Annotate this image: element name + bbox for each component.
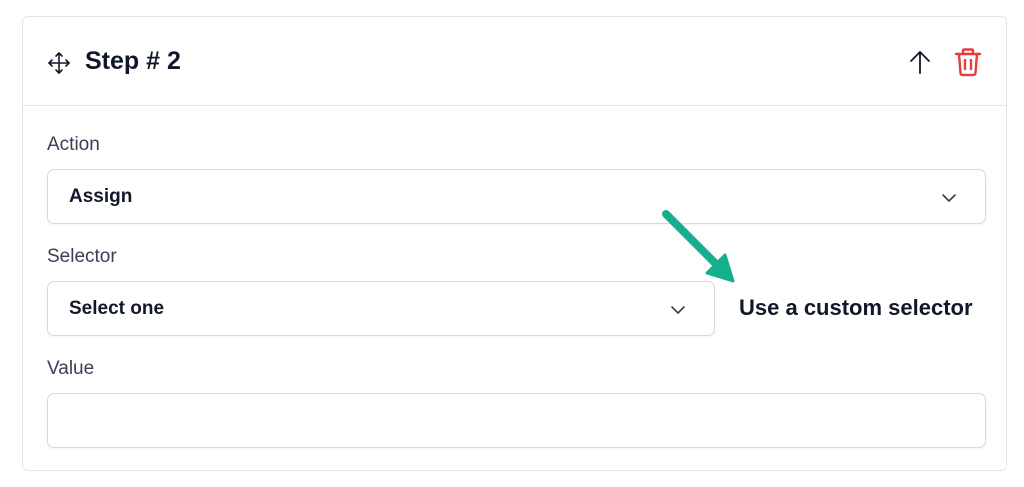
selector-select-value: Select one	[69, 298, 165, 319]
value-label: Value	[47, 358, 95, 379]
custom-selector-hint: Use a custom selector	[739, 295, 973, 320]
trash-icon[interactable]	[952, 46, 984, 78]
action-select[interactable]: Assign	[47, 169, 986, 224]
arrow-down-right-icon	[662, 210, 735, 283]
action-select-value: Assign	[69, 186, 133, 207]
arrow-up-icon[interactable]	[906, 48, 934, 76]
selector-select[interactable]: Select one	[47, 281, 715, 336]
value-input[interactable]	[47, 393, 986, 448]
step-card: Step # 2 Action Assign Selector Select o…	[22, 16, 1007, 471]
step-header: Step # 2	[23, 17, 1006, 106]
move-icon[interactable]	[47, 51, 71, 75]
step-title: Step # 2	[85, 47, 181, 75]
action-label: Action	[47, 134, 100, 155]
chevron-down-icon	[671, 306, 685, 314]
selector-label: Selector	[47, 246, 117, 267]
chevron-down-icon	[942, 194, 956, 202]
